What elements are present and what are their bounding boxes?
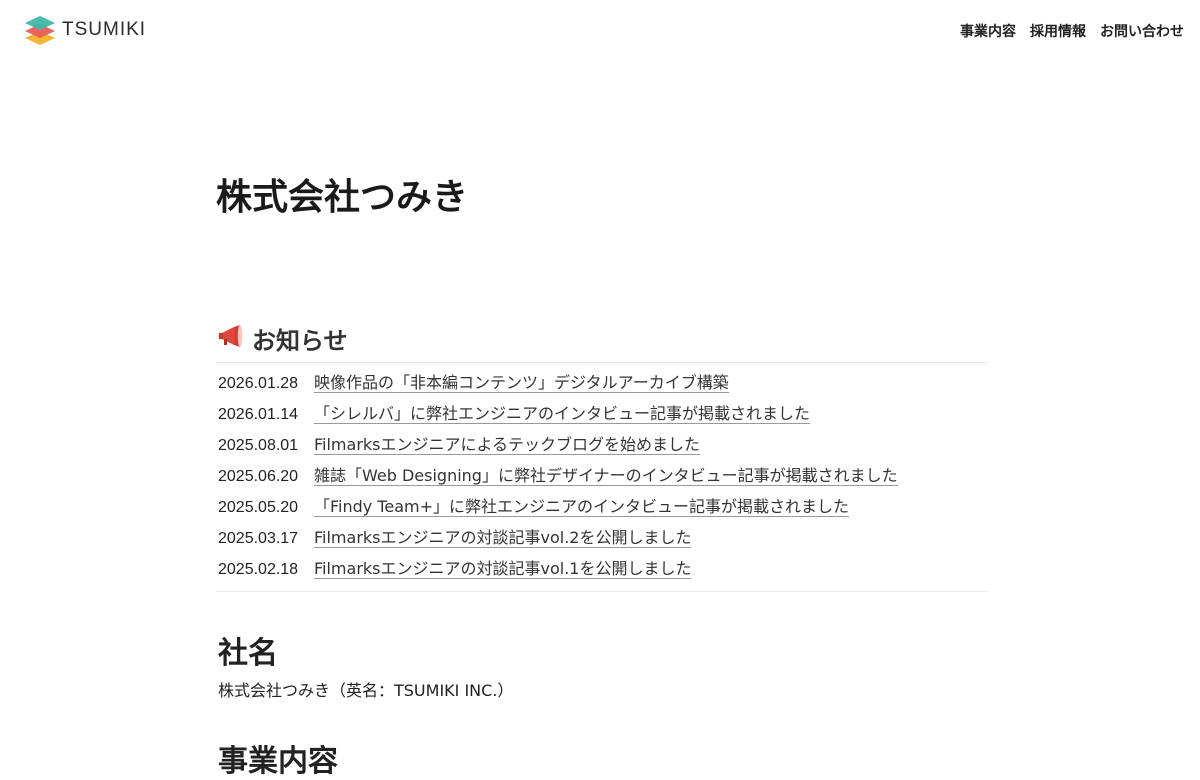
news-item: 2026.01.28 映像作品の「非本編コンテンツ」デジタルアーカイブ構築 — [218, 368, 988, 399]
logo-text: TSUMIKI — [62, 19, 147, 40]
news-link[interactable]: Filmarksエンジニアの対談記事vol.2を公開しました — [314, 529, 692, 548]
nav-item-contact[interactable]: お問い合わせ — [1100, 21, 1184, 41]
news-date: 2026.01.14 — [218, 405, 299, 423]
news-list: 2026.01.28 映像作品の「非本編コンテンツ」デジタルアーカイブ構築 20… — [218, 368, 988, 585]
news-date: 2025.02.18 — [218, 560, 299, 578]
company-name-value: 株式会社つみき（英名：TSUMIKI INC.） — [218, 681, 514, 700]
news-link[interactable]: 映像作品の「非本編コンテンツ」デジタルアーカイブ構築 — [314, 374, 729, 393]
news-item: 2026.01.14 「シレルバ」に弊社エンジニアのインタビュー記事が掲載されま… — [218, 399, 988, 430]
tsumiki-logo-icon — [25, 16, 55, 45]
news-item: 2025.08.01 Filmarksエンジニアによるテックブログを始めました — [218, 430, 988, 461]
page-title: 株式会社つみき — [216, 177, 469, 218]
news-item: 2025.02.18 Filmarksエンジニアの対談記事vol.1を公開しまし… — [218, 554, 988, 585]
logo-link[interactable]: TSUMIKI — [24, 14, 146, 46]
news-link[interactable]: Filmarksエンジニアによるテックブログを始めました — [314, 436, 701, 455]
news-divider-top — [216, 362, 988, 363]
news-item: 2025.05.20 「Findy Team+」に弊社エンジニアのインタビュー記… — [218, 492, 988, 523]
news-item: 2025.06.20 雑誌「Web Designing」に弊社デザイナーのインタ… — [218, 461, 988, 492]
news-date: 2025.05.20 — [218, 498, 299, 516]
company-name-heading: 社名 — [218, 636, 278, 671]
site-header: TSUMIKI 事業内容 採用情報 お問い合わせ — [0, 0, 1200, 60]
news-date: 2025.08.01 — [218, 436, 299, 454]
news-date: 2026.01.28 — [218, 374, 299, 392]
megaphone-icon — [218, 324, 246, 354]
news-heading: お知らせ — [218, 321, 348, 356]
news-link[interactable]: 雑誌「Web Designing」に弊社デザイナーのインタビュー記事が掲載されま… — [314, 467, 898, 486]
news-divider-bottom — [216, 591, 988, 592]
news-link[interactable]: Filmarksエンジニアの対談記事vol.1を公開しました — [314, 560, 692, 579]
news-item: 2025.03.17 Filmarksエンジニアの対談記事vol.2を公開しまし… — [218, 523, 988, 554]
news-link[interactable]: 「シレルバ」に弊社エンジニアのインタビュー記事が掲載されました — [314, 405, 811, 424]
business-heading: 事業内容 — [218, 744, 338, 779]
nav-item-recruit[interactable]: 採用情報 — [1030, 21, 1086, 41]
news-heading-label: お知らせ — [252, 327, 348, 355]
nav-item-business[interactable]: 事業内容 — [960, 21, 1016, 41]
news-date: 2025.03.17 — [218, 529, 299, 547]
main-nav: 事業内容 採用情報 お問い合わせ — [960, 21, 1184, 41]
news-link[interactable]: 「Findy Team+」に弊社エンジニアのインタビュー記事が掲載されました — [314, 498, 850, 517]
news-date: 2025.06.20 — [218, 467, 299, 485]
